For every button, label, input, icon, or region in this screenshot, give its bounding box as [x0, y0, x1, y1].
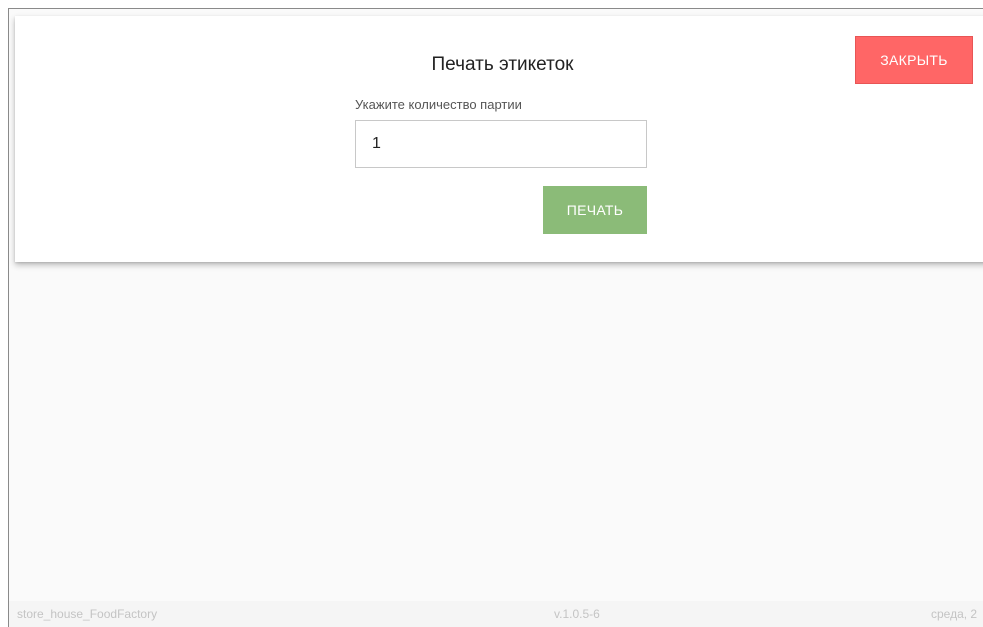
- app-window: Печать этикеток ЗАКРЫТЬ Укажите количест…: [8, 8, 983, 627]
- print-button[interactable]: ПЕЧАТЬ: [543, 186, 647, 234]
- quantity-label: Укажите количество партии: [355, 97, 522, 112]
- footer-date: среда, 2: [931, 607, 978, 621]
- print-labels-dialog: Печать этикеток ЗАКРЫТЬ Укажите количест…: [15, 16, 983, 262]
- footer-version: v.1.0.5-6: [554, 607, 600, 621]
- close-button[interactable]: ЗАКРЫТЬ: [855, 36, 973, 84]
- quantity-input[interactable]: [355, 120, 647, 168]
- dialog-title: Печать этикеток: [431, 54, 574, 75]
- footer-app-name: store_house_FoodFactory: [17, 607, 158, 621]
- status-footer: store_house_FoodFactory v.1.0.5-6 среда,…: [9, 601, 983, 627]
